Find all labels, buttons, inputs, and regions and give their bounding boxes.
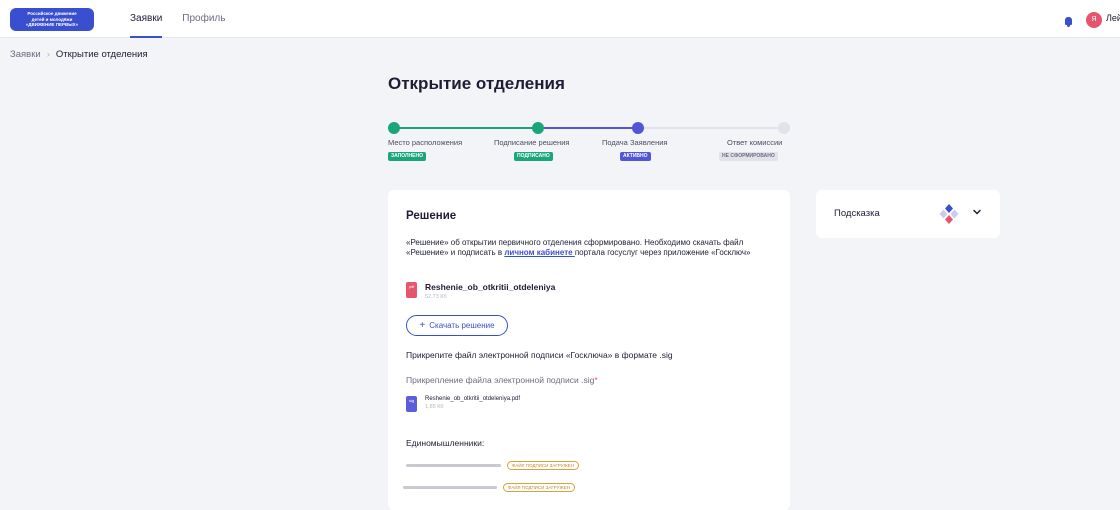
member-status-badge: файл подписи загружен — [507, 460, 579, 470]
personal-account-link[interactable]: личном кабинете — [504, 248, 574, 257]
sig-file-icon: sig — [406, 396, 417, 412]
like-minded-title: Единомышленники: — [406, 438, 485, 448]
hint-panel[interactable]: Подсказка — [816, 190, 1000, 238]
download-decision-button[interactable]: + Скачать решение — [406, 315, 508, 336]
plus-icon: + — [419, 319, 426, 331]
sig-file-size: 1,85 Кб — [425, 404, 444, 410]
signature-file[interactable]: sig Reshenie_ob_otkritii_otdeleniya.pdf … — [406, 396, 520, 418]
chevron-down-icon[interactable] — [972, 207, 982, 217]
breadcrumb-root-link[interactable]: Заявки — [10, 49, 41, 60]
step-4-status-badge: не сформировано — [719, 152, 778, 161]
step-3-status-badge: активно — [620, 152, 651, 161]
step-2-label: Подписание решения — [494, 138, 570, 147]
hint-title: Подсказка — [834, 208, 880, 219]
download-button-label: Скачать решение — [429, 321, 495, 330]
signature-upload-label: Прикрепление файла электронной подписи .… — [406, 375, 598, 385]
page-title: Открытие отделения — [388, 74, 565, 93]
member-row: файл подписи загружен — [406, 460, 579, 470]
decision-card: Решение «Решение» об открытии первичного… — [388, 190, 790, 510]
step-4-dot — [778, 122, 790, 134]
logo-line-3: «ДВИЖЕНИЕ ПЕРВЫХ» — [25, 22, 79, 27]
organization-logo[interactable]: Российское движение детей и молодёжи «ДВ… — [10, 8, 94, 31]
stepper-track-3 — [635, 127, 785, 129]
user-name[interactable]: Лей — [1106, 13, 1120, 23]
file-size: 52,73 Кб — [425, 294, 447, 300]
step-4-label: Ответ комиссии — [727, 138, 783, 147]
decision-description: «Решение» об открытии первичного отделен… — [406, 238, 776, 258]
file-info: Reshenie_ob_otkritii_otdeleniya 52,73 Кб — [425, 282, 555, 304]
description-text-end: портала госуслуг через приложение «Госкл… — [574, 248, 751, 257]
top-navigation-bar: Российское движение детей и молодёжи «ДВ… — [0, 0, 1120, 38]
nav-item-requests[interactable]: Заявки — [130, 0, 163, 38]
attach-instruction: Прикрепите файл электронной подписи «Гос… — [406, 350, 673, 360]
step-3-dot — [632, 122, 644, 134]
sig-file-info: Reshenie_ob_otkritii_otdeleniya.pdf 1,85… — [425, 396, 520, 418]
main-nav: Заявки Профиль — [130, 0, 225, 38]
signature-upload-label-text: Прикрепление файла электронной подписи .… — [406, 375, 595, 385]
member-name-redacted — [406, 463, 501, 467]
hint-logo-icon — [939, 204, 959, 224]
breadcrumb-current: Открытие отделения — [55, 49, 148, 60]
step-1-label: Место расположения — [388, 138, 463, 147]
step-1-status-badge: заполнено — [388, 152, 426, 161]
breadcrumb: Заявки › Открытие отделения — [10, 49, 148, 60]
member-name-redacted — [403, 485, 497, 489]
step-2-status-badge: подписано — [514, 152, 553, 161]
step-1-dot — [388, 122, 400, 134]
pdf-file-icon: pdf — [406, 282, 417, 298]
breadcrumb-separator: › — [46, 49, 50, 60]
step-2-dot — [532, 122, 544, 134]
member-row: файл подписи загружен — [403, 482, 575, 492]
sig-file-name[interactable]: Reshenie_ob_otkritii_otdeleniya.pdf — [425, 396, 520, 402]
bell-icon[interactable] — [1065, 17, 1072, 27]
progress-stepper: Место расположения Подписание решения По… — [388, 119, 794, 169]
step-3-label: Подача Заявления — [602, 138, 668, 147]
nav-item-profile[interactable]: Профиль — [182, 0, 225, 38]
decision-file[interactable]: pdf Reshenie_ob_otkritii_otdeleniya 52,7… — [406, 282, 555, 304]
card-title: Решение — [406, 210, 457, 222]
required-mark: * — [594, 375, 598, 385]
member-status-badge: файл подписи загружен — [503, 482, 575, 492]
stepper-track-2 — [538, 127, 635, 129]
avatar[interactable]: Я — [1086, 12, 1102, 28]
file-name[interactable]: Reshenie_ob_otkritii_otdeleniya — [425, 282, 555, 292]
stepper-track-1 — [392, 127, 538, 129]
